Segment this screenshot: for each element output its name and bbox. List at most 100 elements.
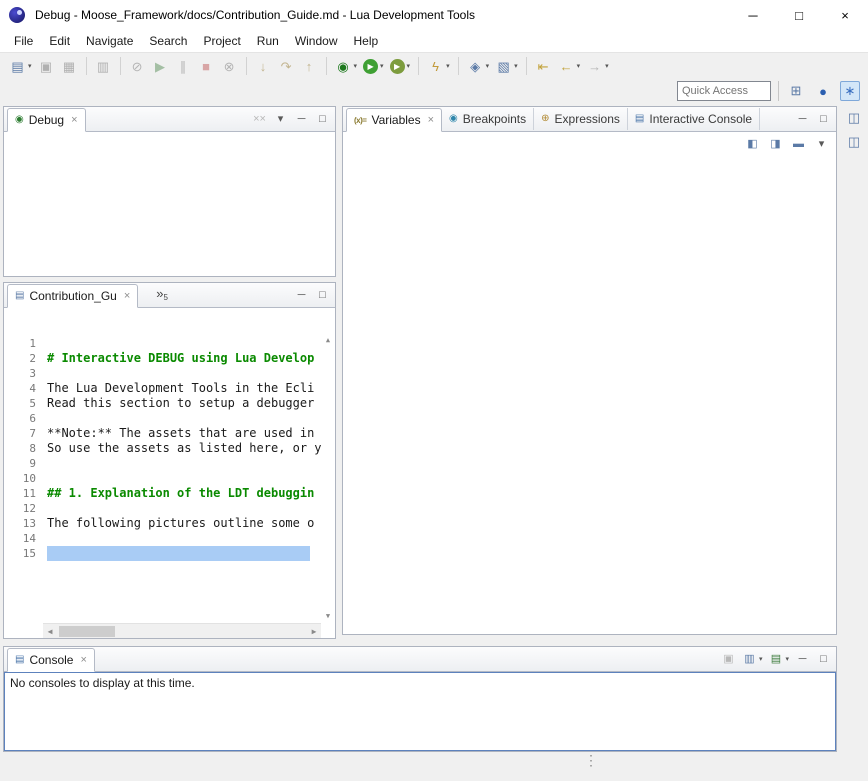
close-button[interactable]: ×: [822, 0, 868, 30]
view-menu-button[interactable]: ▾: [272, 110, 289, 128]
menu-project[interactable]: Project: [195, 32, 248, 50]
gutter-line-number[interactable]: 6: [4, 411, 43, 426]
collapse-all-button[interactable]: ▬: [790, 135, 807, 153]
editor-line[interactable]: [47, 531, 321, 546]
gutter-line-number[interactable]: 13: [4, 516, 43, 531]
display-selected-console-button[interactable]: ▥▾: [741, 650, 764, 668]
editor-line[interactable]: ## 1. Explanation of the LDT debuggin: [47, 486, 321, 501]
dropdown-arrow-icon[interactable]: ▾: [605, 62, 609, 70]
tab-breakpoints[interactable]: ◉Breakpoints: [442, 108, 534, 130]
console-view-content[interactable]: No consoles to display at this time.: [4, 672, 836, 751]
scroll-left-icon[interactable]: ◀: [43, 627, 57, 636]
tab-expressions[interactable]: ⊕Expressions: [534, 108, 628, 130]
editor-line[interactable]: [47, 546, 310, 561]
close-icon[interactable]: ×: [80, 654, 86, 666]
gutter-line-number[interactable]: 1: [4, 336, 43, 351]
tab-variables[interactable]: (x)=Variables×: [346, 108, 442, 132]
minimized-view-restore-1-icon[interactable]: ◫: [848, 110, 860, 126]
editor-line[interactable]: So use the assets as listed here, or y: [47, 441, 321, 456]
back-button[interactable]: ←▾: [556, 55, 583, 77]
dropdown-arrow-icon[interactable]: ▾: [514, 62, 518, 70]
menu-edit[interactable]: Edit: [41, 32, 78, 50]
dropdown-arrow-icon[interactable]: ▾: [785, 655, 789, 663]
dropdown-arrow-icon[interactable]: ▾: [407, 62, 411, 70]
close-icon[interactable]: ×: [428, 114, 434, 126]
new-button[interactable]: ▤▾: [7, 55, 34, 77]
menu-file[interactable]: File: [6, 32, 41, 50]
gutter-line-number[interactable]: 8: [4, 441, 43, 456]
external-tools-button[interactable]: ϟ▾: [425, 55, 452, 77]
scroll-down-icon[interactable]: ▼: [321, 612, 335, 620]
dropdown-arrow-icon[interactable]: ▾: [354, 62, 358, 70]
scrollbar-thumb[interactable]: [59, 626, 115, 637]
dropdown-arrow-icon[interactable]: ▾: [759, 655, 763, 663]
tab-overflow-button[interactable]: » 5: [156, 288, 168, 302]
last-edit-location-button[interactable]: ⇤: [533, 55, 554, 77]
menu-navigate[interactable]: Navigate: [78, 32, 141, 50]
gutter-line-number[interactable]: 7: [4, 426, 43, 441]
editor-code-area[interactable]: # Interactive DEBUG using Lua DevelopThe…: [43, 333, 321, 623]
gutter-line-number[interactable]: 15: [4, 546, 43, 561]
minimize-button[interactable]: ─: [794, 110, 811, 128]
editor-vertical-scrollbar[interactable]: ▲ ▼: [321, 333, 335, 623]
editor-line[interactable]: [47, 336, 321, 351]
editor-line[interactable]: [47, 456, 321, 471]
debug-button[interactable]: ◉▾: [333, 55, 360, 77]
gutter-line-number[interactable]: 3: [4, 366, 43, 381]
editor-line[interactable]: **Note:** The assets that are used in: [47, 426, 321, 441]
close-icon[interactable]: ×: [124, 290, 130, 302]
close-icon[interactable]: ×: [71, 114, 77, 126]
maximize-button[interactable]: □: [776, 0, 822, 30]
dropdown-arrow-icon[interactable]: ▾: [446, 62, 450, 70]
menu-search[interactable]: Search: [141, 32, 195, 50]
gutter-line-number[interactable]: 9: [4, 456, 43, 471]
quick-access-input[interactable]: [677, 81, 771, 101]
scroll-up-icon[interactable]: ▲: [321, 336, 335, 344]
maximize-button[interactable]: □: [815, 110, 832, 128]
minimize-button[interactable]: ─: [730, 0, 776, 30]
gutter-line-number[interactable]: 11: [4, 486, 43, 501]
editor-line[interactable]: [47, 471, 321, 486]
menu-run[interactable]: Run: [249, 32, 287, 50]
maximize-button[interactable]: □: [314, 110, 331, 128]
editor-content[interactable]: 123456789101112131415 # Interactive DEBU…: [4, 308, 335, 638]
menu-help[interactable]: Help: [346, 32, 387, 50]
lua-perspective-button[interactable]: ●: [813, 81, 833, 101]
editor-line[interactable]: The Lua Development Tools in the Ecli: [47, 381, 321, 396]
menu-window[interactable]: Window: [287, 32, 346, 50]
editor-line[interactable]: The following pictures outline some o: [47, 516, 321, 531]
editor-line[interactable]: [47, 411, 321, 426]
tab-console[interactable]: ▤ Console ×: [7, 648, 95, 672]
run-button[interactable]: ▶▾: [361, 55, 386, 77]
show-type-names-button[interactable]: ◨: [767, 135, 784, 153]
scrollbar-track[interactable]: [57, 626, 307, 637]
minimize-button[interactable]: ─: [293, 286, 310, 304]
gutter-line-number[interactable]: 14: [4, 531, 43, 546]
tab-interactive-console[interactable]: ▤Interactive Console: [628, 108, 760, 130]
gutter-line-number[interactable]: 4: [4, 381, 43, 396]
open-wizard-button[interactable]: ◈▾: [465, 55, 492, 77]
gutter-line-number[interactable]: 2: [4, 351, 43, 366]
scroll-right-icon[interactable]: ▶: [307, 627, 321, 636]
show-logical-structure-button[interactable]: ◧: [744, 135, 761, 153]
annotations-button[interactable]: ▧▾: [493, 55, 520, 77]
coverage-button[interactable]: ▶▾: [388, 55, 413, 77]
open-console-button[interactable]: ▤▾: [767, 650, 790, 668]
maximize-button[interactable]: □: [314, 286, 331, 304]
sash-grip[interactable]: ⋮: [584, 753, 598, 767]
debug-view-content[interactable]: [4, 132, 335, 276]
dropdown-arrow-icon[interactable]: ▾: [486, 62, 490, 70]
view-menu-button[interactable]: ▾: [813, 135, 830, 153]
editor-line[interactable]: [47, 501, 321, 516]
maximize-button[interactable]: □: [815, 650, 832, 668]
dropdown-arrow-icon[interactable]: ▾: [28, 62, 32, 70]
gutter-line-number[interactable]: 5: [4, 396, 43, 411]
variables-view-content[interactable]: [343, 156, 836, 634]
tab-debug[interactable]: ◉ Debug ×: [7, 108, 86, 132]
dropdown-arrow-icon[interactable]: ▾: [380, 62, 384, 70]
dropdown-arrow-icon[interactable]: ▾: [577, 62, 581, 70]
editor-line[interactable]: Read this section to setup a debugger: [47, 396, 321, 411]
minimize-button[interactable]: ─: [293, 110, 310, 128]
debug-perspective-button[interactable]: ∗: [840, 81, 860, 101]
editor-horizontal-scrollbar[interactable]: ◀ ▶: [43, 623, 321, 638]
